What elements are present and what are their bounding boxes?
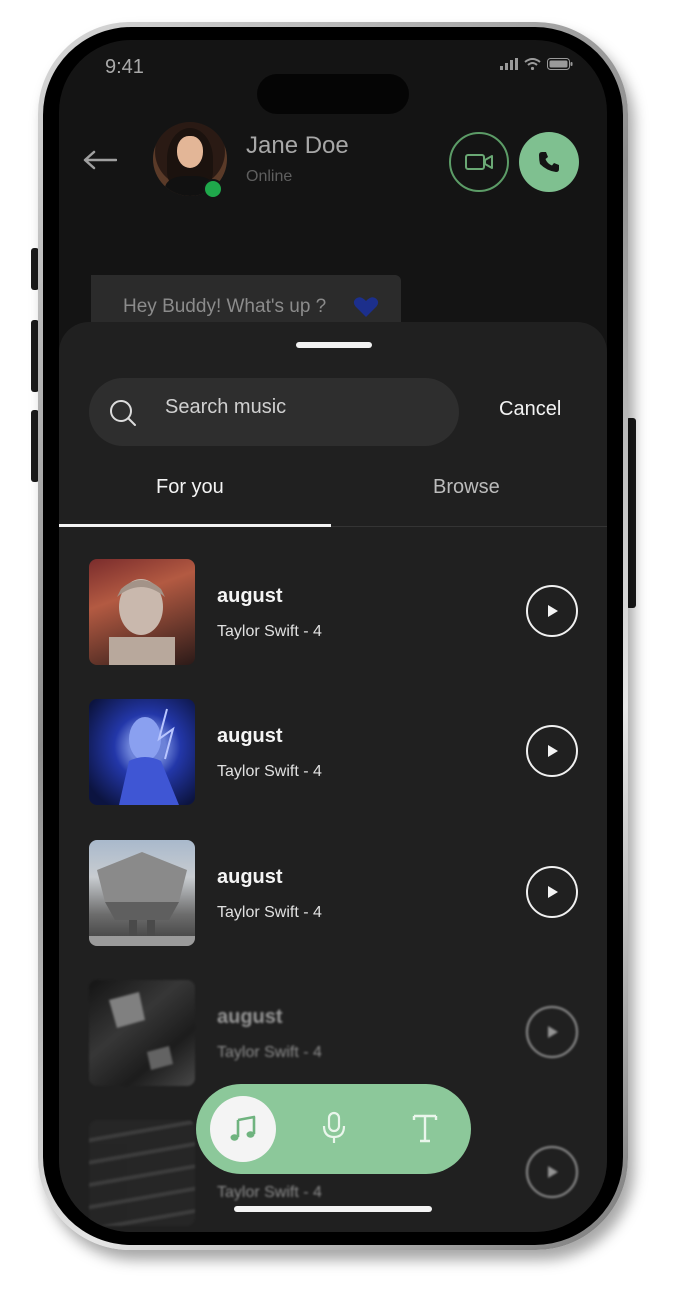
play-icon [548,886,558,898]
tab-for-you[interactable]: For you [156,476,224,499]
song-row[interactable]: august Taylor Swift - 4 [59,840,607,950]
attachment-toolbar [196,1084,471,1174]
phone-icon [539,152,559,172]
album-cover [89,840,195,946]
song-title: august [217,585,283,607]
tab-browse[interactable]: Browse [433,476,500,499]
song-title: august [217,725,283,747]
status-icons [500,58,573,70]
phone-screen: 9:41 Jane Doe Online Hey Buddy! What's u… [59,40,607,1232]
online-indicator [203,179,223,199]
text-icon [412,1114,438,1143]
sheet-grabber[interactable] [296,342,372,348]
song-artist: Taylor Swift - 4 [217,1044,322,1061]
status-time: 9:41 [105,56,144,78]
song-artist: Taylor Swift - 4 [217,623,322,640]
contact-status: Online [246,168,293,185]
play-button[interactable] [526,1146,578,1198]
voice-call-button[interactable] [519,132,579,192]
song-row[interactable]: august Taylor Swift - 4 [59,559,607,669]
song-row[interactable]: august Taylor Swift - 4 [59,699,607,809]
contact-name: Jane Doe [246,132,349,159]
song-title: august [217,866,283,888]
song-title: august [217,1006,283,1028]
wifi-icon [524,58,541,70]
play-button[interactable] [526,585,578,637]
play-icon [548,745,558,757]
back-button[interactable] [83,144,123,176]
microphone-icon [322,1111,346,1143]
battery-icon [547,58,573,70]
album-cover [89,980,195,1086]
song-artist: Taylor Swift - 4 [217,1184,322,1201]
microphone-tool-button[interactable] [318,1110,350,1146]
album-cover [89,699,195,805]
play-button[interactable] [526,1006,578,1058]
play-icon [548,1026,558,1038]
search-input[interactable] [165,396,415,419]
search-icon [110,400,136,426]
text-tool-button[interactable] [409,1110,441,1146]
play-icon [548,605,558,617]
cellular-signal-icon [500,58,518,70]
heart-icon [353,297,379,317]
video-camera-icon [465,154,493,170]
play-icon [548,1166,558,1178]
cancel-button[interactable]: Cancel [499,398,561,421]
album-cover [89,559,195,665]
dynamic-island [257,74,409,114]
song-row[interactable]: august Taylor Swift - 4 [59,980,607,1090]
song-artist: Taylor Swift - 4 [217,904,322,921]
play-button[interactable] [526,725,578,777]
music-note-icon [230,1115,256,1141]
active-tab-indicator [59,524,331,527]
video-call-button[interactable] [449,132,509,192]
play-button[interactable] [526,866,578,918]
music-tool-button[interactable] [210,1096,276,1162]
home-indicator[interactable] [234,1206,432,1212]
message-text: Hey Buddy! What's up ? [123,296,327,317]
arrow-left-icon [83,150,117,170]
song-artist: Taylor Swift - 4 [217,763,322,780]
album-cover [89,1120,195,1226]
